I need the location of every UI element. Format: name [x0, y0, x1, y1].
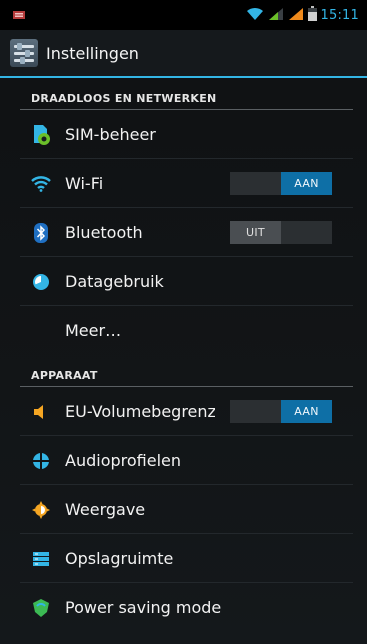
settings-item-display[interactable]: Weergave: [0, 485, 367, 534]
cell-signal-1-icon: [268, 6, 284, 25]
settings-item-audio-profiles[interactable]: Audioprofielen: [0, 436, 367, 485]
action-bar: Instellingen: [0, 30, 367, 78]
bluetooth-icon: [31, 222, 51, 243]
audio-profiles-icon: [31, 451, 51, 471]
settings-item-label: Power saving mode: [65, 598, 222, 617]
settings-app-icon[interactable]: [10, 39, 38, 67]
settings-screen: 15:11 Instellingen DRAADLOOS EN NETWERKE…: [0, 0, 367, 644]
wifi-toggle[interactable]: AAN: [230, 172, 332, 195]
settings-item-sim[interactable]: SIM-beheer: [0, 110, 367, 159]
data-usage-icon: [31, 272, 51, 292]
display-icon: [31, 500, 51, 520]
section-header-device: APPARAAT: [0, 355, 367, 387]
section-header-wireless: DRAADLOOS EN NETWERKEN: [0, 78, 367, 110]
settings-item-label: SIM-beheer: [65, 125, 156, 144]
storage-icon: [31, 549, 51, 569]
volume-icon: [31, 402, 51, 422]
status-bar: 15:11: [0, 0, 367, 30]
settings-item-label: Wi-Fi: [65, 174, 104, 193]
settings-item-more[interactable]: Meer…: [0, 306, 367, 355]
settings-item-wifi[interactable]: Wi-Fi AAN: [0, 159, 367, 208]
settings-item-label: Meer…: [65, 321, 122, 340]
cell-signal-2-icon: [288, 6, 304, 25]
wifi-signal-icon: [246, 6, 264, 25]
settings-item-data-usage[interactable]: Datagebruik: [0, 257, 367, 306]
status-time: 15:11: [320, 7, 359, 23]
settings-item-power-saving[interactable]: Power saving mode: [0, 583, 367, 632]
bluetooth-toggle[interactable]: UIT: [230, 221, 332, 244]
settings-item-storage[interactable]: Opslagruimte: [0, 534, 367, 583]
sim-manager-icon: [31, 124, 51, 145]
settings-item-bluetooth[interactable]: Bluetooth UIT: [0, 208, 367, 257]
notification-icon: [12, 6, 26, 25]
settings-item-label: Datagebruik: [65, 272, 164, 291]
page-title: Instellingen: [46, 43, 139, 63]
status-left: [12, 6, 26, 25]
toggle-state-label: AAN: [281, 172, 332, 195]
power-saving-icon: [31, 598, 51, 618]
volume-limit-toggle[interactable]: AAN: [230, 400, 332, 423]
settings-item-label: Bluetooth: [65, 223, 143, 242]
status-right: 15:11: [246, 5, 359, 25]
empty-icon-slot: [31, 321, 51, 341]
settings-item-label: Weergave: [65, 500, 146, 519]
settings-item-volume-limit[interactable]: EU-Volumebegrenzing AAN: [0, 387, 367, 436]
wifi-icon: [31, 174, 51, 194]
battery-icon: [307, 5, 317, 25]
settings-item-label: Opslagruimte: [65, 549, 174, 568]
settings-item-label: Audioprofielen: [65, 451, 181, 470]
toggle-state-label: AAN: [281, 400, 332, 423]
settings-item-label: EU-Volumebegrenzing: [65, 402, 215, 421]
toggle-state-label: UIT: [230, 221, 281, 244]
